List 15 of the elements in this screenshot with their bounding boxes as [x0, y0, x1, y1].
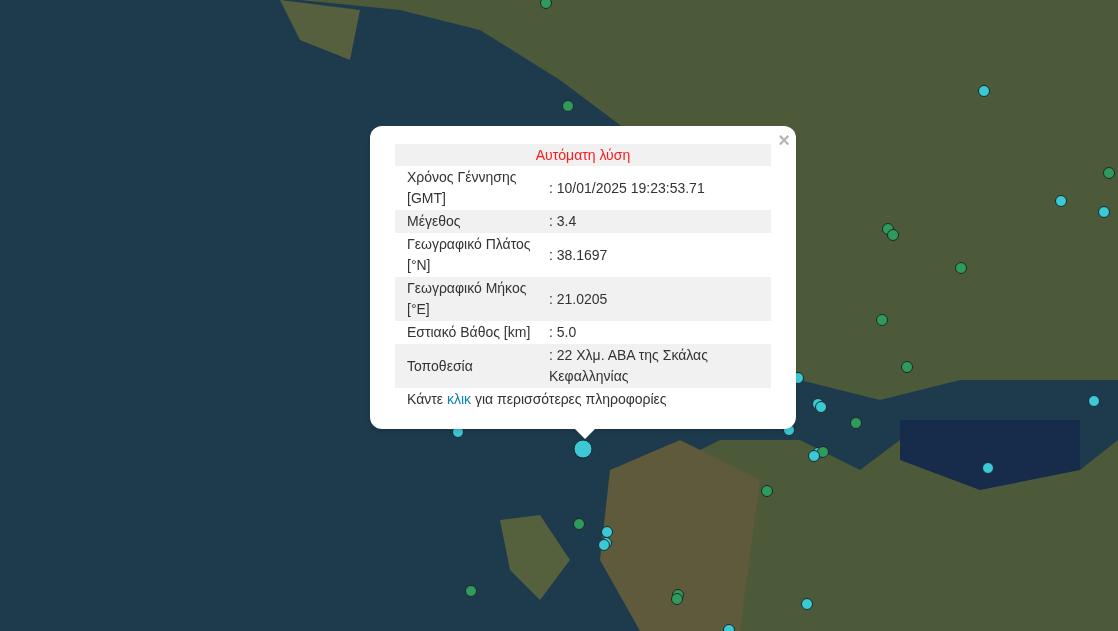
field-value: : 22 Χλμ. ΑΒΑ της Σκάλας Κεφαλληνίας [549, 346, 709, 386]
field-value: : 10/01/2025 19:23:53.71 [549, 178, 706, 198]
field-label: Χρόνος Γέννησης [GMT] [406, 168, 518, 208]
popup-title: Αυτόματη λύση [395, 144, 771, 166]
field-label: Γεωγραφικό Μήκος [°E] [406, 279, 528, 319]
field-value: : 21.0205 [549, 289, 609, 309]
field-label: Τοποθεσία [406, 356, 474, 376]
more-info-link[interactable]: κλικ [446, 391, 472, 407]
field-value: : 5.0 [549, 323, 578, 342]
field-value: : 3.4 [549, 212, 578, 231]
field-label: Εστιακό Βάθος [km] [406, 323, 532, 342]
field-label: Γεωγραφικό Πλάτος [°N] [406, 235, 532, 275]
field-value: : 38.1697 [549, 245, 609, 265]
field-label: Μέγεθος [406, 212, 462, 231]
more-info-sentence: Κάντε κλικ για περισσότερες πληροφορίες [406, 390, 668, 409]
